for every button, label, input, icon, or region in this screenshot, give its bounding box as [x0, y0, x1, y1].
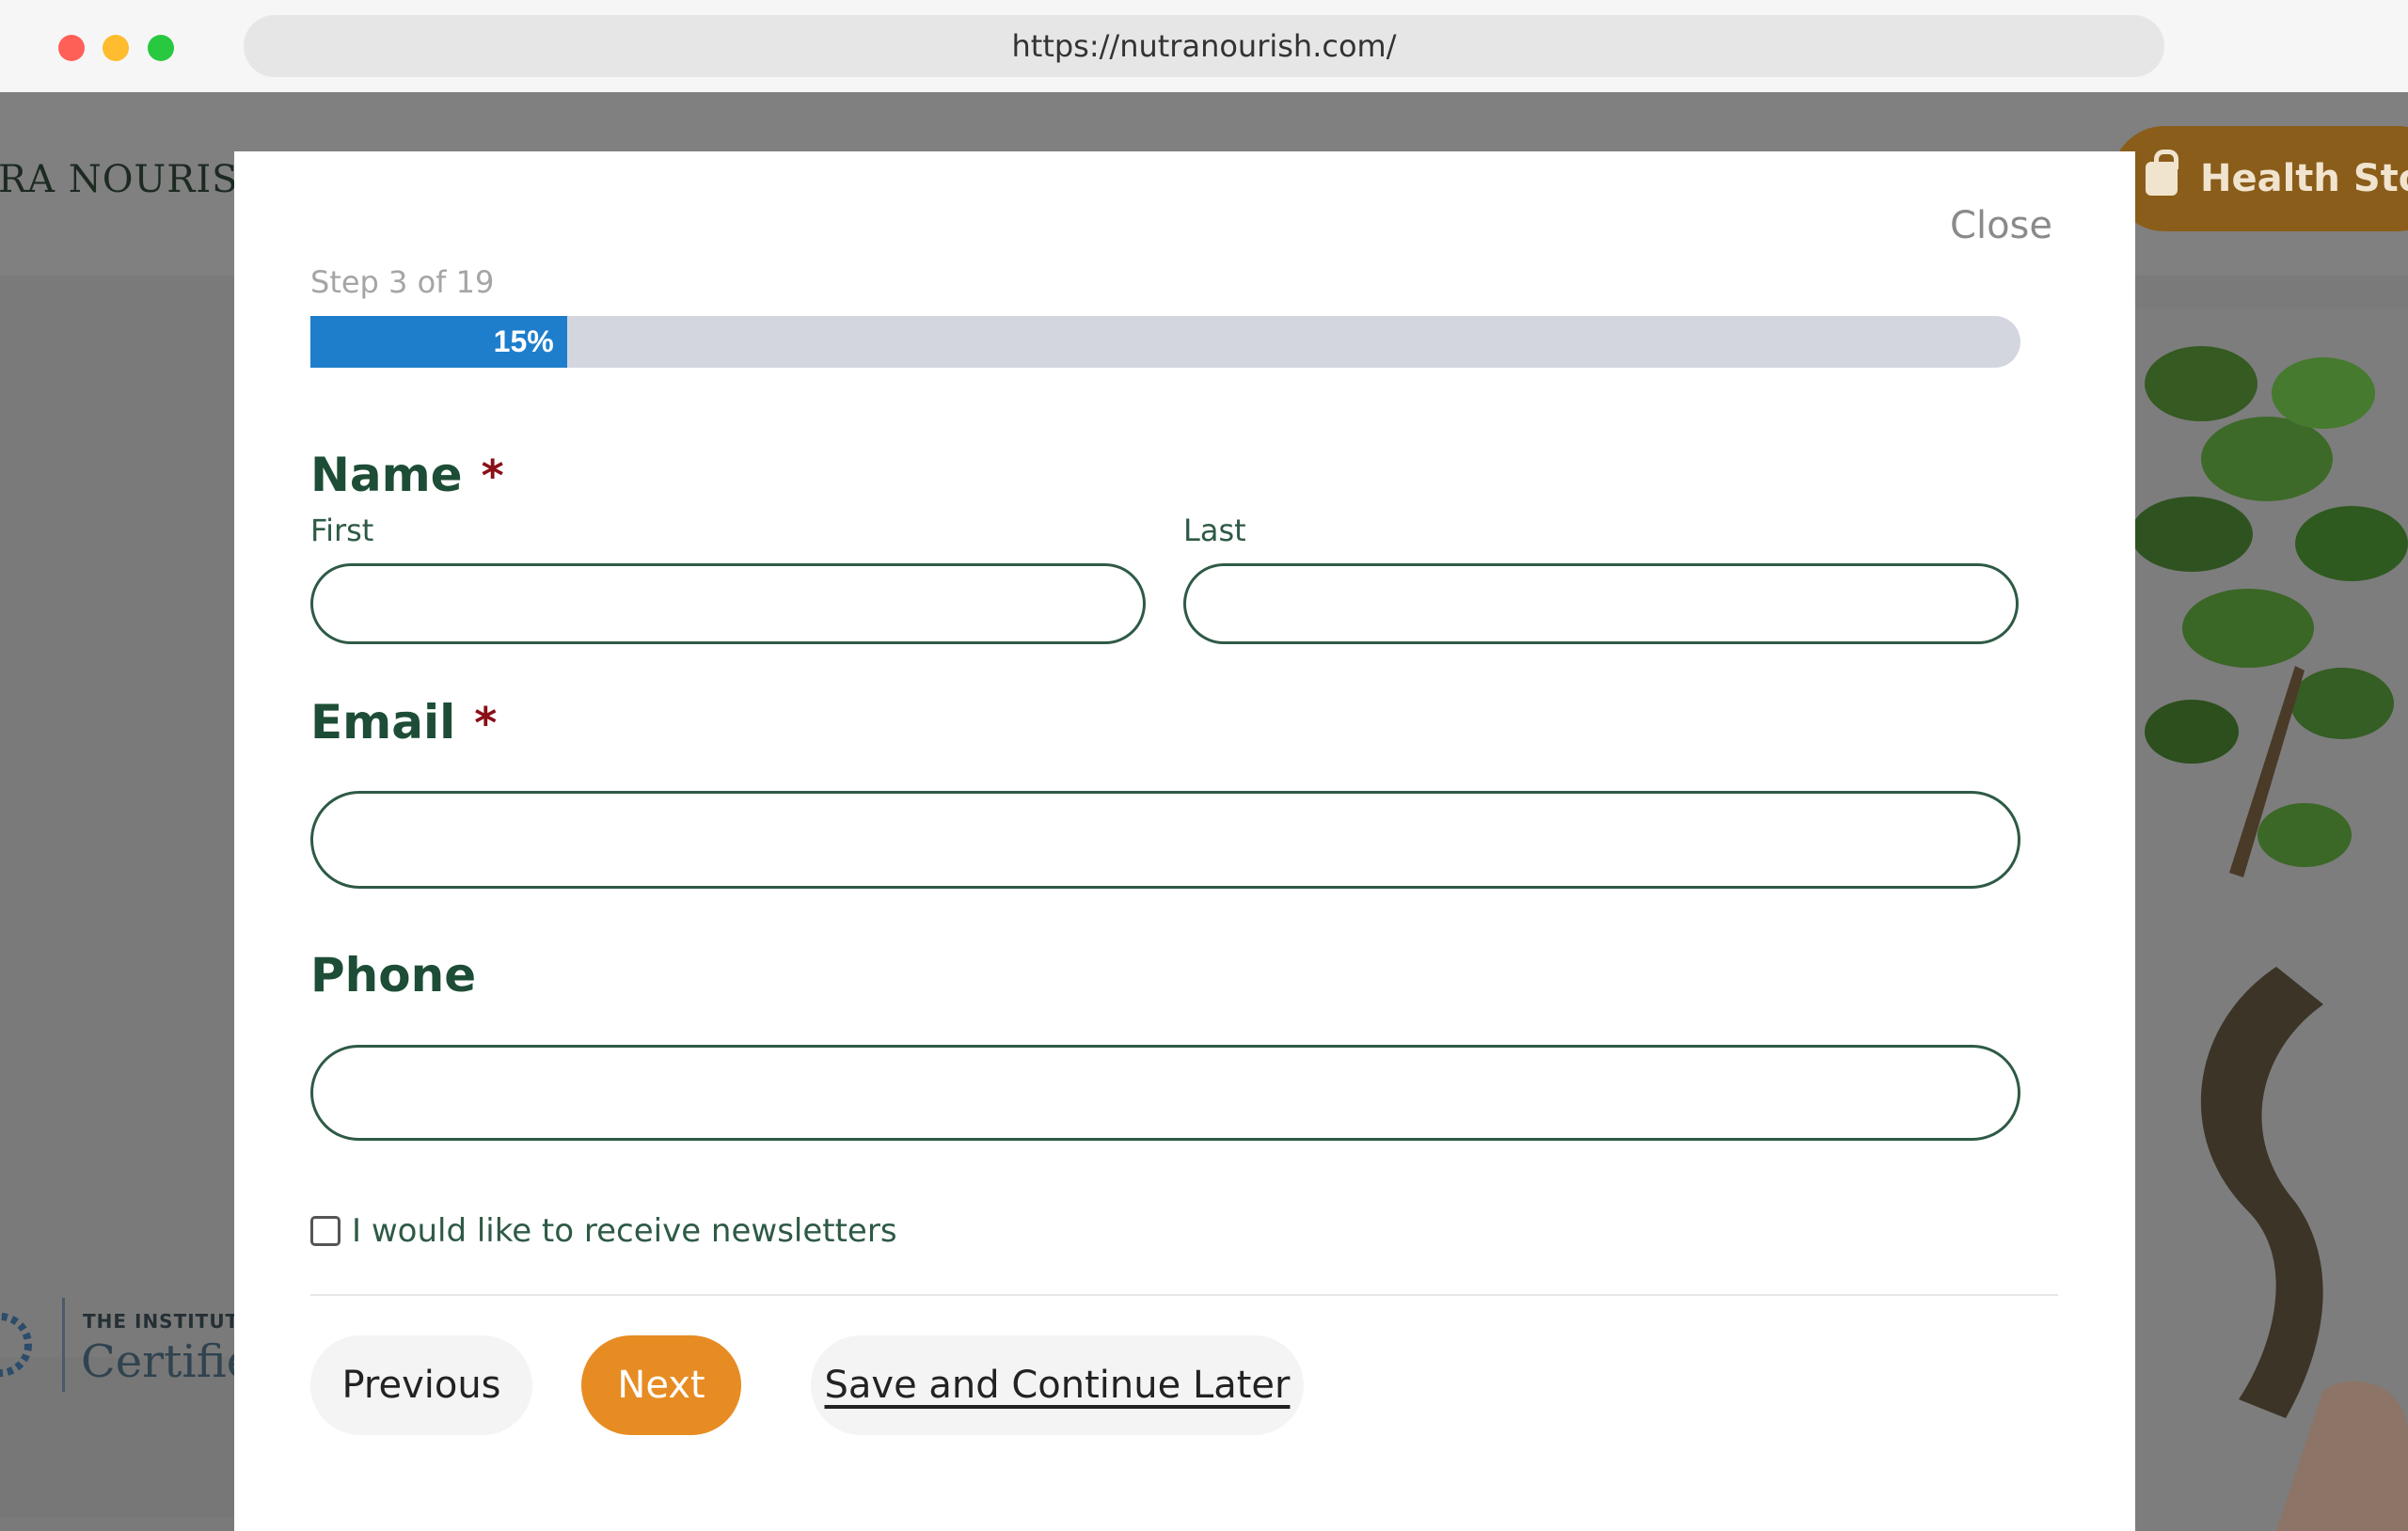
form-modal: Close Step 3 of 19 15% Name * First Last … [234, 151, 2135, 1531]
close-button[interactable]: Close [1950, 204, 2052, 247]
close-window-button[interactable] [58, 35, 85, 61]
email-input[interactable] [310, 791, 2020, 889]
name-field-label: Name * [310, 448, 504, 502]
phone-label-text: Phone [310, 948, 477, 1002]
required-marker: * [474, 698, 498, 749]
browser-chrome: https://nutranourish.com/ [0, 0, 2408, 92]
last-name-sublabel: Last [1183, 513, 1246, 548]
first-name-input[interactable] [310, 563, 1146, 644]
required-marker: * [481, 450, 504, 501]
progress-percent: 15% [493, 324, 554, 358]
shopping-bag-icon [2146, 150, 2178, 196]
site-brand: RA NOURISH [0, 158, 273, 201]
maximize-window-button[interactable] [148, 35, 174, 61]
next-button[interactable]: Next [581, 1335, 741, 1435]
cert-divider [62, 1298, 65, 1392]
cert-certified-text: Certifie [81, 1335, 254, 1388]
first-name-sublabel: First [310, 513, 374, 548]
footer-divider [310, 1294, 2058, 1296]
url-text: https://nutranourish.com/ [1011, 28, 1397, 64]
cert-institute-text: THE INSTITUTE [83, 1310, 253, 1333]
address-bar[interactable]: https://nutranourish.com/ [244, 15, 2164, 77]
email-field-label: Email * [310, 695, 497, 750]
newsletter-label[interactable]: I would like to receive newsletters [352, 1212, 897, 1250]
institute-logo-icon [0, 1313, 32, 1377]
health-store-label: Health Sto [2200, 157, 2408, 200]
email-label-text: Email [310, 695, 456, 750]
newsletter-checkbox[interactable] [310, 1216, 341, 1246]
phone-field-label: Phone [310, 948, 476, 1002]
phone-input[interactable] [310, 1045, 2020, 1141]
last-name-input[interactable] [1183, 563, 2019, 644]
newsletter-option[interactable]: I would like to receive newsletters [310, 1212, 897, 1250]
save-and-continue-later-button[interactable]: Save and Continue Later [811, 1335, 1304, 1435]
name-label-text: Name [310, 448, 463, 502]
bonsai-plant-image [2135, 308, 2408, 1531]
health-store-button[interactable]: Health Sto [2112, 126, 2408, 231]
progress-bar: 15% [310, 316, 2020, 368]
previous-button[interactable]: Previous [310, 1335, 532, 1435]
minimize-window-button[interactable] [103, 35, 129, 61]
step-indicator: Step 3 of 19 [310, 264, 495, 300]
progress-bar-fill: 15% [310, 316, 567, 368]
